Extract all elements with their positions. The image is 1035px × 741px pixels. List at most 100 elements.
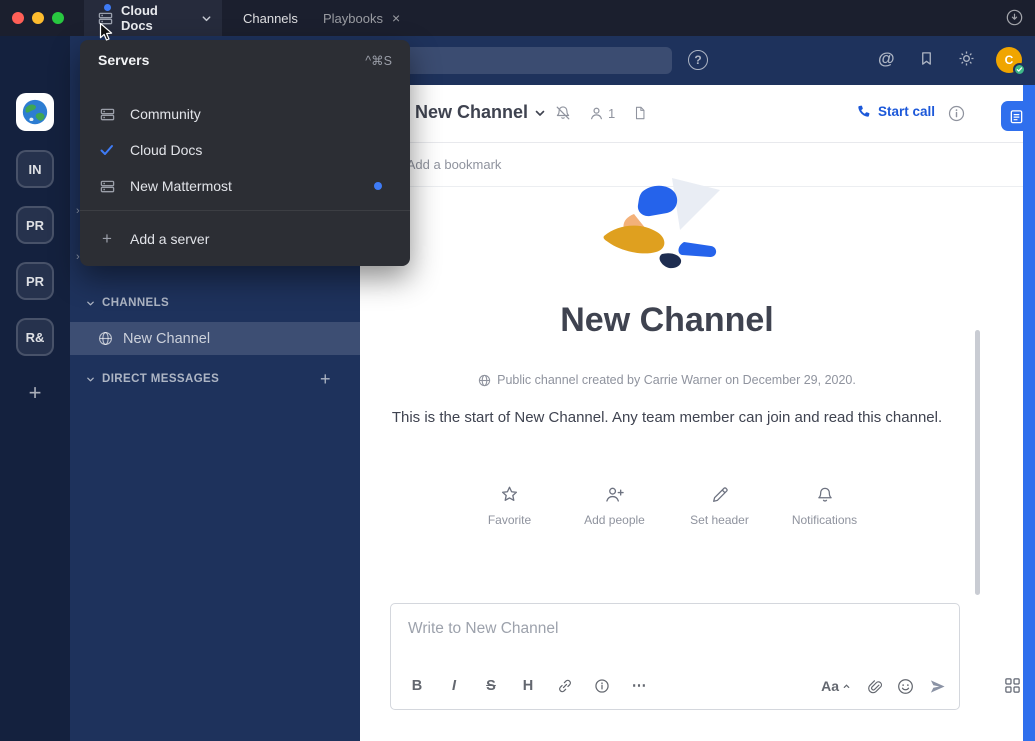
channel-intro-meta-text: Public channel created by Carrie Warner … (497, 373, 856, 387)
action-label: Favorite (488, 513, 531, 527)
tab-playbooks-label: Playbooks (323, 11, 383, 26)
apps-grid-button[interactable] (1004, 677, 1021, 694)
attach-button[interactable] (866, 678, 882, 694)
saved-posts-button[interactable] (919, 51, 934, 66)
format-buttons: B I S H ⋯ (404, 673, 652, 699)
servers-menu-shortcut: ^⌘S (365, 53, 392, 68)
app-bar (1023, 85, 1035, 741)
at-mentions-button[interactable]: @ (878, 49, 895, 69)
add-direct-message-button[interactable]: + (320, 369, 331, 390)
servers-dropdown-menu: Servers ^⌘S Community Cloud Docs New Mat… (80, 40, 410, 266)
team-tile-in[interactable]: IN (16, 150, 54, 188)
globe-icon (478, 374, 491, 387)
action-label: Set header (690, 513, 749, 527)
message-composer[interactable]: Write to New Channel B I S H ⋯ (390, 603, 960, 710)
globe-icon (98, 331, 113, 346)
menu-item-label: Cloud Docs (130, 142, 202, 158)
search-input[interactable] (380, 47, 672, 74)
strikethrough-button[interactable]: S (478, 673, 504, 699)
status-check-icon (1013, 63, 1026, 76)
help-button[interactable]: ? (688, 50, 708, 70)
plus-icon: + (98, 229, 116, 249)
tab-playbooks[interactable]: Playbooks × (323, 0, 400, 36)
composer-placeholder: Write to New Channel (408, 620, 558, 638)
menu-item-label: New Mattermost (130, 178, 232, 194)
attach-icon (866, 678, 882, 694)
more-formatting-button[interactable]: ⋯ (626, 673, 652, 699)
team-tile-r[interactable]: R& (16, 318, 54, 356)
chevron-down-icon (86, 375, 95, 384)
menu-item-new-mattermost[interactable]: New Mattermost (80, 168, 410, 204)
bell-icon (816, 483, 834, 504)
direct-messages-category-header[interactable]: DIRECT MESSAGES (86, 373, 219, 385)
server-icon (98, 107, 116, 122)
bookmark-icon (919, 51, 934, 66)
window-zoom-button[interactable] (52, 12, 64, 24)
active-team-button[interactable] (16, 93, 54, 131)
check-icon (98, 142, 116, 158)
team-initials: R& (26, 330, 45, 345)
tab-channels-label: Channels (243, 11, 298, 26)
close-icon[interactable]: × (392, 10, 400, 26)
settings-button[interactable] (958, 50, 975, 67)
link-icon (557, 678, 573, 694)
favorite-button[interactable]: Favorite (457, 483, 562, 527)
help-icon: ? (694, 53, 701, 67)
team-tile-pr2[interactable]: PR (16, 262, 54, 300)
channel-name: New Channel (123, 331, 210, 347)
add-server-label: Add a server (130, 231, 209, 247)
server-tab-label: Cloud Docs (121, 3, 193, 33)
channel-intro-description: This is the start of New Channel. Any te… (387, 407, 947, 429)
italic-button[interactable]: I (441, 673, 467, 699)
link-button[interactable] (552, 673, 578, 699)
unread-dot (104, 4, 111, 11)
channels-category-header[interactable]: CHANNELS (86, 297, 169, 309)
add-people-icon (604, 483, 625, 504)
emoji-button[interactable] (897, 678, 914, 695)
servers-menu-header: Servers ^⌘S (98, 52, 392, 68)
pencil-icon (711, 483, 729, 504)
team-tile-pr1[interactable]: PR (16, 206, 54, 244)
heading-button[interactable]: H (515, 673, 541, 699)
menu-item-label: Community (130, 106, 201, 122)
team-sidebar: IN PR PR R& + (0, 36, 70, 741)
scrollbar[interactable] (975, 330, 980, 595)
mattermost-app: Cloud Docs Channels Playbooks × IN PR PR… (0, 0, 1035, 741)
channel-view: New Channel 1 Start call (360, 85, 1023, 741)
channel-intro: New Channel Public channel created by Ca… (360, 85, 974, 585)
notifications-button[interactable]: Notifications (772, 483, 877, 527)
window-minimize-button[interactable] (32, 12, 44, 24)
send-button[interactable] (929, 678, 946, 695)
add-server-button[interactable]: + Add a server (80, 220, 410, 258)
download-icon[interactable] (1006, 9, 1023, 26)
menu-item-community[interactable]: Community (80, 96, 410, 132)
plus-icon: + (29, 380, 42, 406)
team-initials: IN (29, 162, 42, 177)
toggle-format-button[interactable]: Aa (821, 678, 851, 694)
gear-icon (958, 50, 975, 67)
sidebar-item-new-channel[interactable]: New Channel (70, 322, 360, 355)
playbooks-appbar-button[interactable] (1001, 101, 1031, 131)
cursor-pointer (99, 22, 114, 43)
channel-intro-meta: Public channel created by Carrie Warner … (360, 373, 974, 387)
direct-messages-label: DIRECT MESSAGES (102, 373, 219, 385)
add-team-button[interactable]: + (16, 374, 54, 412)
channel-intro-title: New Channel (360, 301, 974, 340)
set-header-button[interactable]: Set header (667, 483, 772, 527)
action-label: Add people (584, 513, 645, 527)
playbooks-icon (1009, 109, 1024, 124)
menu-item-cloud-docs[interactable]: Cloud Docs (80, 132, 410, 168)
star-icon (500, 483, 519, 504)
bold-button[interactable]: B (404, 673, 430, 699)
composer-toolbar: B I S H ⋯ Aa (404, 673, 946, 699)
composer-right-buttons: Aa (821, 678, 946, 695)
chevron-up-icon (842, 682, 851, 691)
window-close-button[interactable] (12, 12, 24, 24)
earth-avatar (20, 97, 50, 127)
aa-label: Aa (821, 678, 839, 694)
tab-channels[interactable]: Channels (243, 0, 298, 36)
circle-info-button[interactable] (589, 673, 615, 699)
menu-divider (80, 210, 410, 211)
add-people-button[interactable]: Add people (562, 483, 667, 527)
avatar-initial: C (1005, 53, 1014, 67)
